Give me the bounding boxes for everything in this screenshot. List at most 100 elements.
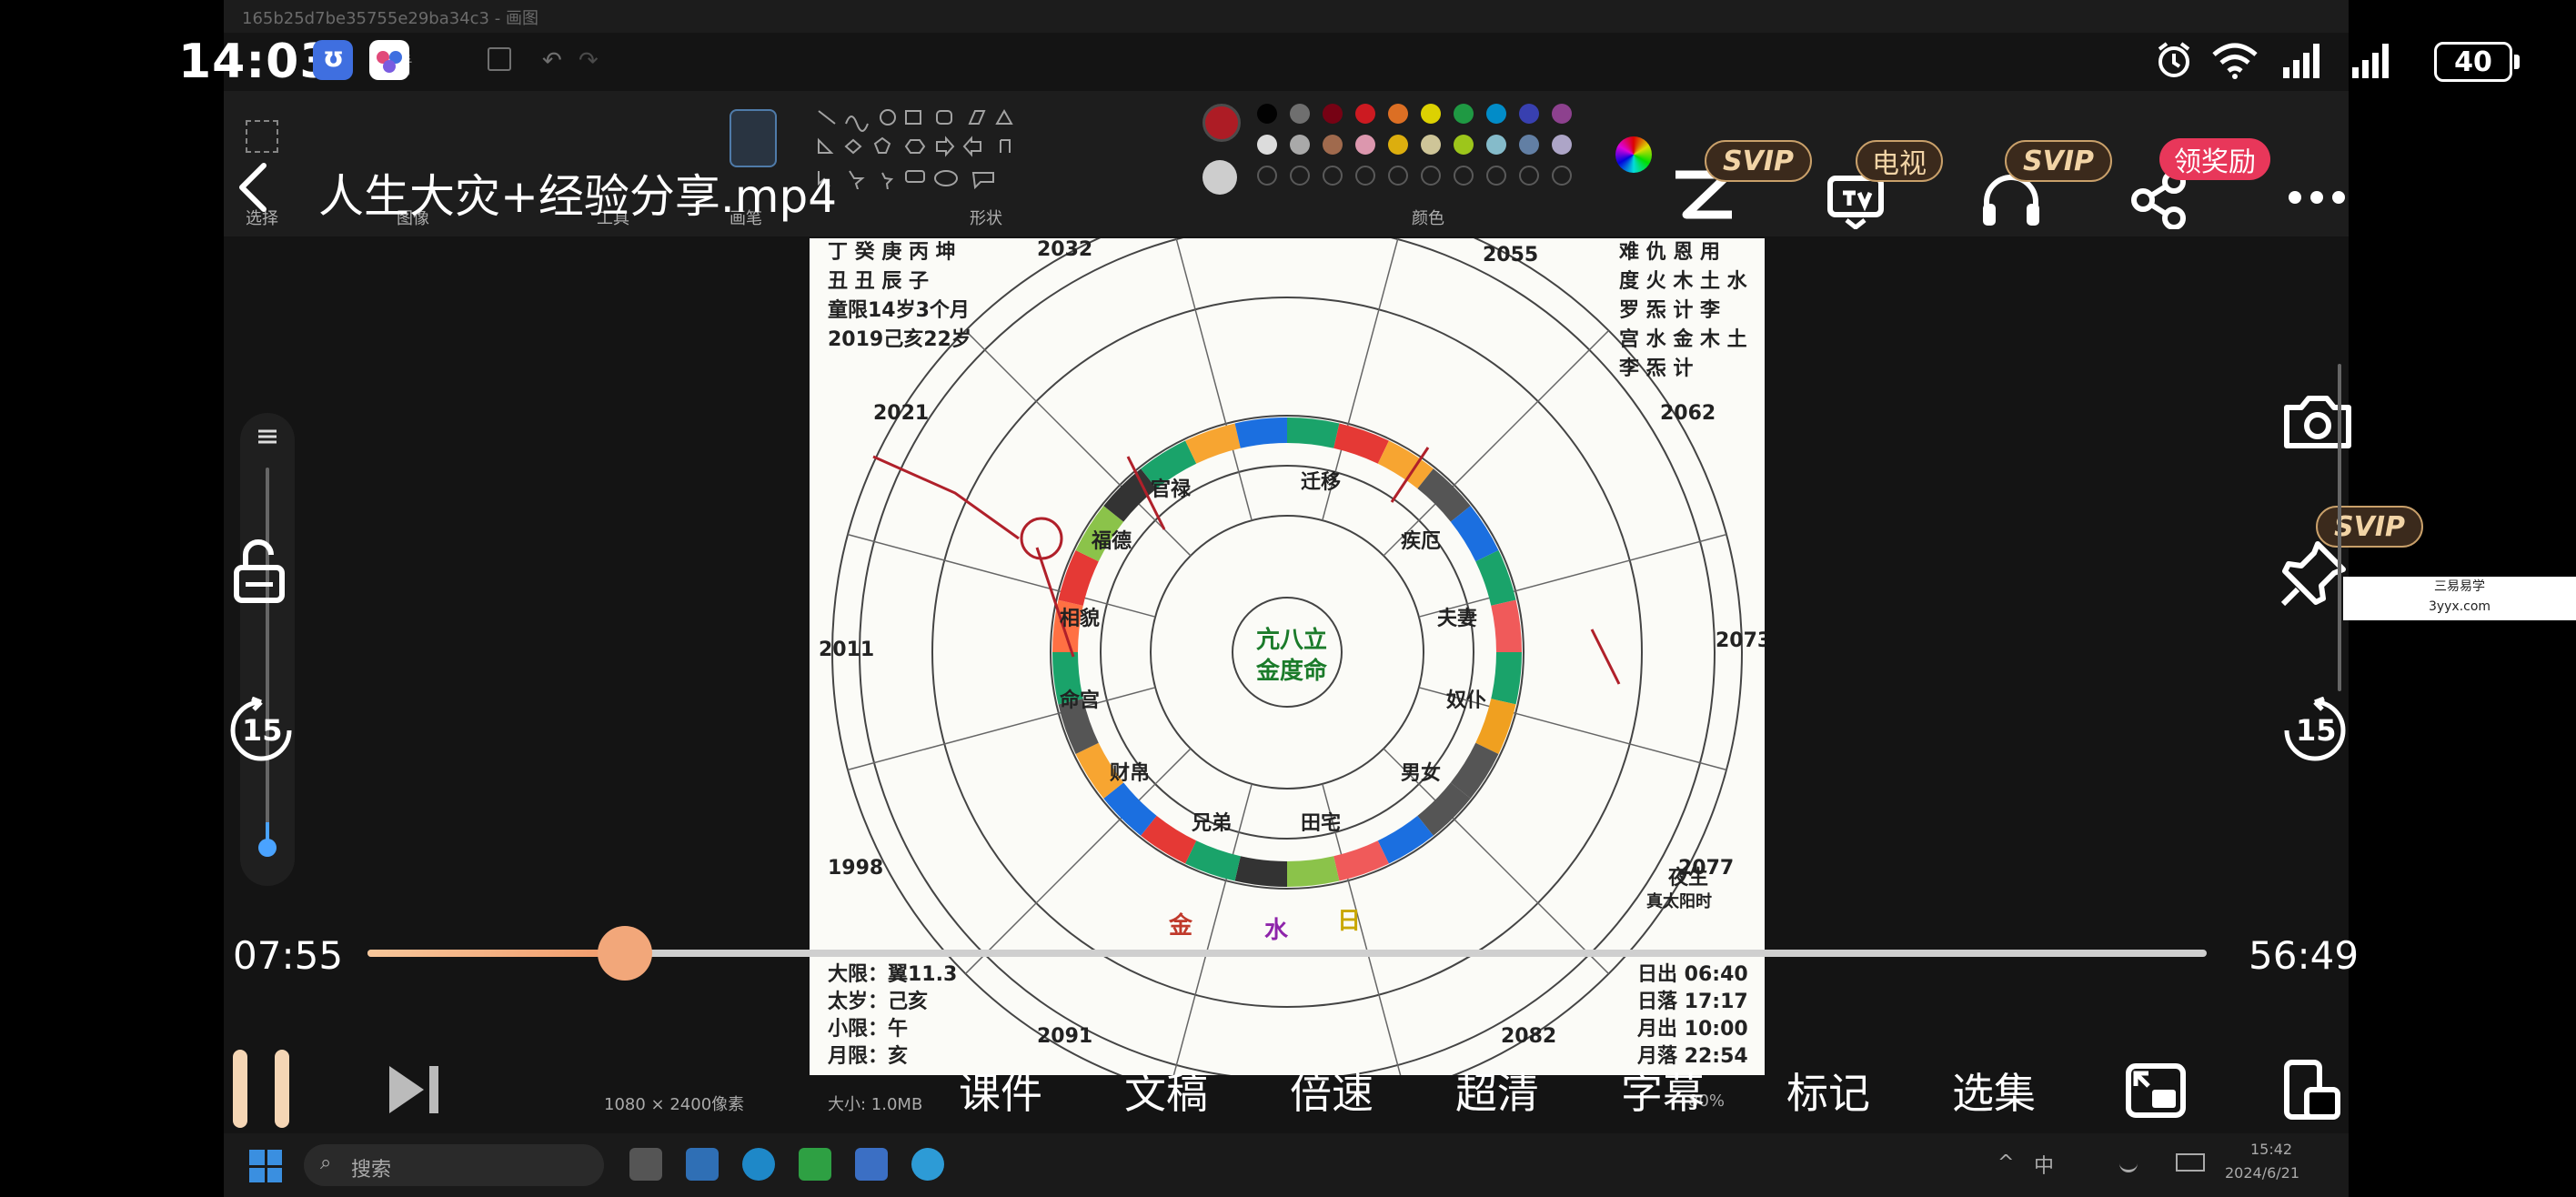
chart-year-label: 2055 [1483,244,1539,267]
svip-badge[interactable]: SVIP [1705,140,1812,182]
progress-fill [367,950,626,957]
desktop-search-placeholder: 搜索 [351,1159,392,1182]
desktop-brush-icon [730,109,777,167]
tv-badge[interactable]: 电视 [1856,140,1943,182]
chart-top-right-line: 罗 炁 计 李 [1619,299,1720,322]
screenshot-camera-icon[interactable] [2281,389,2354,453]
menu-subtitles[interactable]: 字幕 [1621,1061,1705,1121]
taskbar-photos-icon [855,1148,888,1181]
palette-swatch [1257,135,1277,155]
video-title: 人生大灾+经验分享.mp4 [318,170,838,223]
chart-year-label: 2011 [819,639,875,661]
progress-thumb[interactable] [598,926,653,981]
tray-language: 中 [2034,1155,2055,1178]
desktop-window-title: 165b25d7be35755e29ba34c3 - 画图 [242,9,538,28]
chart-bottom-left-line: 大限：翼11.3 [828,963,958,986]
palette-swatch [1257,104,1277,124]
status-battery-tip [2514,55,2520,69]
chart-bottom-right-line: 日落 17:17 [1637,991,1748,1013]
chart-bottom-right-line: 日出 06:40 [1637,963,1748,986]
taskbar-edge-icon [742,1148,775,1181]
palette-empty-swatch [1552,166,1572,186]
chart-center-char: 金 [1255,658,1280,685]
current-time: 07:55 [233,933,344,978]
chart-mansion-segment [1234,856,1287,887]
menu-courseware[interactable]: 课件 [959,1061,1042,1121]
desktop-status-size: 大小: 1.0MB [828,1095,923,1114]
brightness-slider[interactable] [240,413,295,886]
chart-palace-label: 财帛 [1110,762,1151,785]
menu-quality[interactable]: 超清 [1455,1061,1539,1121]
brightness-track [266,468,269,850]
chart-planet-sun: 日 [1337,908,1362,935]
desktop-status-dimensions: 1080 × 2400像素 [604,1095,745,1114]
taskbar-browser-icon [911,1148,944,1181]
desktop-color2 [1202,160,1237,195]
chart-center-char: 命 [1303,658,1328,685]
menu-transcript[interactable]: 文稿 [1124,1061,1208,1121]
chart-palace-label: 官禄 [1151,478,1192,501]
chart-spoke [1383,329,1610,557]
right-scrollbar-thumb[interactable] [2338,364,2341,691]
palette-swatch [1323,135,1343,155]
reward-badge[interactable]: 领奖励 [2159,138,2270,180]
pause-button[interactable] [231,1050,295,1128]
chart-top-left-line: 2019己亥22岁 [828,328,971,351]
palette-swatch [1355,135,1375,155]
brightness-thumb[interactable] [258,839,277,857]
palette-swatch [1290,135,1310,155]
chart-mansion-segment [1234,417,1287,448]
chart-year-label: 2062 [1660,402,1716,425]
desktop-edit-colors-icon [1615,136,1652,173]
desktop-taskbar: ⌕ 搜索 ^ 中 15:42 2024/6/21 [224,1133,2349,1197]
status-battery-level: 40 [2454,45,2492,78]
chart-top-right-line: 度 火 木 土 水 [1619,270,1747,293]
rewind-15-button[interactable]: 15 [227,696,295,764]
chart-top-right-block: 难 仇 恩 用 度 火 木 土 水 罗 炁 计 李 宫 水 金 木 土 李 炁 … [1619,238,1747,384]
chart-planet-water: 水 [1264,917,1289,944]
desktop-save-icon [488,47,511,71]
ribbon-group-shapes: 形状 [970,209,1002,228]
rotate-screen-icon[interactable] [2279,1059,2343,1122]
taskbar-task-view-icon [629,1148,662,1181]
svip-badge[interactable]: SVIP [2005,140,2112,182]
palette-empty-swatch [1421,166,1441,186]
chart-palace-label: 田宅 [1301,812,1342,835]
palette-swatch [1323,104,1343,124]
palette-swatch [1486,104,1506,124]
next-episode-button[interactable] [386,1061,449,1119]
chart-year-label: 2021 [873,402,930,425]
svip-badge[interactable]: SVIP [2316,506,2423,548]
chart-palace-label: 相貌 [1060,608,1101,630]
chart-spoke [964,329,1192,557]
desktop-shapes-gallery [815,107,1052,193]
palette-swatch [1486,135,1506,155]
picture-in-picture-icon[interactable] [2123,1061,2189,1121]
desktop-color-palette [1257,104,1585,195]
desktop-redo-icon: ↷ [579,47,599,75]
chart-mansion-segment [1185,840,1241,881]
palette-swatch [1355,104,1375,124]
ribbon-group-colors: 颜色 [1412,209,1444,228]
back-button[interactable] [227,158,282,216]
more-options-icon[interactable] [2287,186,2347,209]
screen-lock-icon[interactable] [227,537,291,609]
menu-speed[interactable]: 倍速 [1290,1061,1374,1121]
palette-swatch [1552,104,1572,124]
progress-bar[interactable] [367,926,2207,981]
palette-swatch [1421,104,1441,124]
status-app2-icon [369,40,409,80]
chart-center-block: 亢八立 金度命 [1251,625,1333,687]
status-signal-1-icon [2281,40,2327,80]
menu-bookmark[interactable]: 标记 [1786,1061,1870,1121]
palette-empty-swatch [1454,166,1474,186]
chart-mansion-segment [1185,423,1241,464]
taskbar-explorer-icon [686,1148,719,1181]
chart-mansion-segment [1475,550,1516,606]
chart-palace-label: 迁移 [1301,471,1342,494]
chart-year-label: 2091 [1037,1025,1093,1048]
desktop-titlebar: 165b25d7be35755e29ba34c3 - 画图 [224,0,2349,33]
chart-bottom-left-block: 大限：翼11.3 太岁：己亥 小限：午 月限：亥 [828,961,957,1071]
palette-swatch [1552,135,1572,155]
menu-episodes[interactable]: 选集 [1952,1061,2036,1121]
